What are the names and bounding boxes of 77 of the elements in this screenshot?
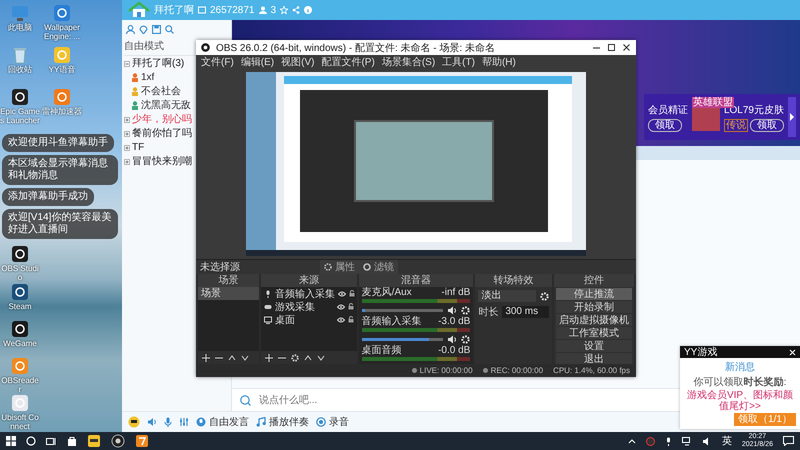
desktop-icon-label: 此电脑	[8, 23, 32, 32]
menu-item[interactable]: 文件(F)	[201, 55, 234, 69]
desktop-icon-label: Ubisoft Connect	[0, 413, 40, 431]
desktop-icon-label: WeGame	[3, 339, 37, 348]
toast-message: 添加弹幕助手成功	[2, 188, 94, 206]
user-count: 3	[270, 4, 276, 16]
status-text: LIVE: 00:00:00	[420, 366, 473, 375]
toolbar-button[interactable]: 播放伴奏	[269, 415, 309, 429]
channel-item[interactable]: 拜托了啊(3)	[132, 57, 184, 70]
menu-item[interactable]: 编辑(E)	[240, 55, 274, 69]
no-source-label: 未选择源	[200, 260, 241, 274]
duration-label: 时长	[478, 306, 498, 319]
claim-button[interactable]: 领取	[750, 118, 784, 132]
channel-item[interactable]: TF	[132, 141, 144, 154]
db-reading: -3.0 dB	[438, 316, 470, 327]
db-reading: -0.0 dB	[438, 345, 470, 356]
desktop-icon-label: OBSreader	[0, 376, 40, 394]
desktop-icon-label: OBS Studio	[0, 264, 40, 282]
desktop-icon-label: 雷神加速器	[42, 107, 82, 116]
badge: 传说	[724, 118, 748, 132]
dock-title: 控件	[554, 274, 634, 287]
member-name[interactable]: 沈黑高无敌	[141, 99, 191, 112]
status-text: CPU: 1.4%, 60.00 fps	[553, 366, 630, 375]
audio-channel-name: 桌面音频	[362, 345, 402, 356]
menu-item[interactable]: 帮助(H)	[482, 55, 516, 69]
control-button[interactable]: 开始录制	[556, 301, 632, 313]
channel-name: 拜托了啊	[154, 4, 194, 17]
source-item[interactable]: 桌面	[275, 312, 334, 326]
dock-title: 来源	[261, 274, 357, 287]
desktop-icon-label: 回收站	[8, 65, 32, 74]
member-name[interactable]: 不会社会	[141, 85, 181, 98]
db-reading: -inf dB	[441, 287, 470, 298]
toolbar-button[interactable]: 自由发言	[209, 415, 249, 429]
message-input[interactable]: 说点什么吧...	[257, 394, 670, 406]
notification-app-name: YY游戏	[684, 346, 718, 359]
toast-message: 欢迎使用斗鱼弹幕助手	[2, 134, 114, 152]
toolbar-button[interactable]: 录音	[329, 415, 349, 429]
channel-item[interactable]: 餐前你怕了吗	[132, 127, 192, 140]
dock-title: 混音器	[358, 274, 474, 287]
control-button[interactable]: 工作室模式	[556, 327, 632, 339]
channel-id: 26572871	[210, 4, 254, 16]
desktop-icon-label: Wallpaper Engine: ...	[42, 23, 82, 41]
notification-title: 新消息	[725, 360, 755, 374]
channel-item[interactable]: 少年，别心吗	[132, 113, 192, 126]
menu-item[interactable]: 视图(V)	[281, 55, 314, 69]
menu-item[interactable]: 场景集合(S)	[382, 55, 436, 69]
control-button[interactable]: 设置	[556, 340, 632, 352]
control-button[interactable]: 退出	[556, 353, 632, 364]
desktop-icon-label: Steam	[8, 302, 32, 311]
toast-message: 本区域会显示弹幕消息和礼物消息	[2, 155, 118, 185]
control-button[interactable]: 停止推流	[556, 288, 632, 300]
source-item[interactable]: 音频输入采集	[275, 286, 336, 300]
source-bar-button[interactable]: 滤镜	[374, 260, 394, 274]
input-method-indicator[interactable]: 英	[722, 434, 732, 448]
control-button[interactable]: 启动虚拟摄像机	[556, 314, 632, 326]
desktop-icon-label: Epic Games Launcher	[0, 107, 40, 125]
scene-item[interactable]: 场景	[198, 287, 260, 300]
dock-title: 转场特效	[475, 274, 552, 287]
toast-message: 欢迎[V14]你的笑容最美好进入直播间	[2, 209, 118, 239]
desktop-icon-label: YY语音	[48, 65, 76, 74]
source-item[interactable]: 游戏采集	[275, 300, 334, 314]
channel-item[interactable]: 冒冒快来别嘲	[132, 155, 192, 168]
audio-channel-name: 麦克风/Aux	[362, 287, 412, 298]
claim-button[interactable]: 领取	[648, 118, 682, 132]
status-text: REC: 00:00:00	[490, 366, 544, 375]
source-bar-button[interactable]: 属性	[335, 260, 355, 274]
notification-link[interactable]: 游戏会员VIP、图标和颜值尾灯>>	[684, 390, 796, 412]
transition-dropdown[interactable]: 淡出	[478, 290, 536, 302]
audio-channel-name: 音频输入采集	[362, 316, 422, 327]
promo-title: 会员精证	[648, 104, 688, 116]
game-tag: 英雄联盟	[692, 96, 734, 108]
member-name[interactable]: 1xf	[141, 71, 154, 84]
menu-item[interactable]: 工具(T)	[442, 55, 475, 69]
menu-item[interactable]: 配置文件(P)	[321, 55, 375, 69]
duration-field[interactable]: 300 ms	[502, 306, 549, 318]
notification-text: 你可以领取时长奖励:	[694, 376, 786, 389]
dock-title: 场景	[198, 274, 260, 287]
